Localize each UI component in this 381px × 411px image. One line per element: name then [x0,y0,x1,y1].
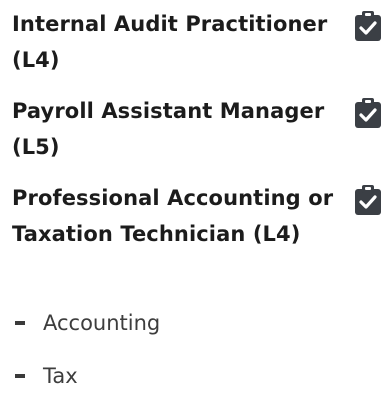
dash-icon [15,374,25,378]
course-title[interactable]: Professional Accounting or Taxation Tech… [12,180,342,252]
sub-item-label[interactable]: Accounting [43,305,160,341]
sub-item-label[interactable]: Tax [43,358,78,394]
course-list: Internal Audit Practitioner (L4) Payroll… [12,6,381,411]
course-item-professional-accounting[interactable]: Professional Accounting or Taxation Tech… [12,180,381,305]
course-title[interactable]: Payroll Assistant Manager (L5) [12,93,342,165]
sub-item-list: Accounting Tax [12,305,381,411]
list-item-tax[interactable]: Tax [12,358,381,411]
dash-icon [15,321,25,325]
list-item-accounting[interactable]: Accounting [12,305,381,358]
course-title[interactable]: Internal Audit Practitioner (L4) [12,6,342,78]
course-item-internal-audit[interactable]: Internal Audit Practitioner (L4) [12,6,381,93]
course-item-payroll[interactable]: Payroll Assistant Manager (L5) [12,93,381,180]
